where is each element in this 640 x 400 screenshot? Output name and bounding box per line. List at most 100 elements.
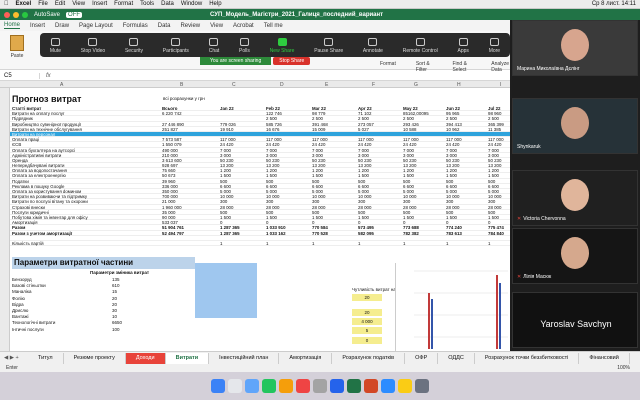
more-button[interactable]: More bbox=[489, 38, 500, 54]
sheet-nav-arrows-icon[interactable]: ◀ ▶ + bbox=[0, 355, 28, 361]
stop-video-button[interactable]: Stop Video bbox=[81, 38, 105, 54]
param-row[interactable]: Технологічні витрати 6650 bbox=[12, 320, 192, 325]
participant-tile[interactable]: ✕ Victoria Chervonna bbox=[512, 170, 638, 226]
menu-data[interactable]: Data bbox=[161, 1, 174, 7]
paste-button[interactable]: Paste bbox=[6, 35, 28, 65]
cell-value[interactable]: 1 bbox=[220, 241, 222, 246]
tab-insert[interactable]: Insert bbox=[30, 23, 45, 29]
tab-view[interactable]: View bbox=[210, 23, 223, 29]
menu-edit[interactable]: Edit bbox=[55, 1, 65, 7]
trash-icon[interactable] bbox=[415, 379, 429, 393]
name-box[interactable]: C5 bbox=[0, 72, 40, 79]
participant-tile[interactable]: ✕ Лілія Масюк bbox=[512, 228, 638, 284]
apple-icon[interactable]:  bbox=[4, 1, 9, 7]
finder-icon[interactable] bbox=[211, 379, 225, 393]
param-value[interactable]: 100 bbox=[112, 327, 120, 332]
param-row[interactable]: Фолію 20 bbox=[12, 296, 192, 301]
sheet-tab[interactable]: Інвестиційний план bbox=[209, 352, 280, 364]
param-row[interactable]: Маналіка 15 bbox=[12, 289, 192, 294]
column-header[interactable]: I bbox=[500, 82, 501, 88]
app-menu[interactable]: Excel bbox=[16, 1, 32, 7]
excel-icon[interactable] bbox=[347, 379, 361, 393]
column-header[interactable]: B bbox=[180, 82, 183, 88]
param-value[interactable]: 20 bbox=[112, 302, 117, 307]
param-row[interactable]: Базові стіньотки 610 bbox=[12, 283, 192, 288]
cell-value[interactable]: 1 bbox=[312, 241, 314, 246]
cell-value[interactable]: 1 bbox=[266, 241, 268, 246]
zoom-level[interactable]: 100% bbox=[617, 364, 640, 372]
photos-icon[interactable] bbox=[279, 379, 293, 393]
sheet-tab[interactable]: Фінансовий bbox=[579, 352, 630, 364]
column-header[interactable]: C bbox=[232, 82, 236, 88]
menu-window[interactable]: Window bbox=[181, 1, 202, 7]
calendar-icon[interactable] bbox=[296, 379, 310, 393]
sheet-tab[interactable]: Амортизація bbox=[279, 352, 333, 364]
cell-value[interactable]: 1 bbox=[488, 241, 490, 246]
param-value[interactable]: 6650 bbox=[112, 320, 122, 325]
launchpad-icon[interactable] bbox=[228, 379, 242, 393]
maximize-window-button[interactable] bbox=[22, 11, 28, 18]
column-header[interactable]: F bbox=[372, 82, 375, 88]
param-value[interactable]: 10 bbox=[112, 314, 117, 319]
column-header[interactable]: G bbox=[414, 82, 418, 88]
sheet-tab[interactable]: Доходи bbox=[125, 352, 166, 364]
sheet-tab[interactable]: ОДДС bbox=[438, 352, 475, 364]
yellow-cell[interactable]: 4 000 bbox=[352, 318, 382, 325]
word-icon[interactable] bbox=[330, 379, 344, 393]
yellow-cell[interactable]: 0 bbox=[352, 337, 382, 344]
sheet-tab[interactable]: ОФР bbox=[405, 352, 439, 364]
param-row[interactable]: Бензоруд 135 bbox=[12, 277, 192, 282]
column-header[interactable]: D bbox=[280, 82, 284, 88]
tell-me[interactable]: Tell me bbox=[264, 23, 283, 29]
param-row[interactable]: Дрислю 30 bbox=[12, 308, 192, 313]
cell-value[interactable]: 1 bbox=[446, 241, 448, 246]
tab-review[interactable]: Review bbox=[180, 23, 200, 29]
apps-button[interactable]: Apps bbox=[458, 38, 469, 54]
participant-tile[interactable]: Марина Миколаївна Дєлінг bbox=[512, 20, 638, 76]
sheet-tab[interactable]: Розрахунок податків bbox=[332, 352, 406, 364]
tab-draw[interactable]: Draw bbox=[55, 23, 69, 29]
settings-icon[interactable] bbox=[313, 379, 327, 393]
menu-help[interactable]: Help bbox=[209, 1, 221, 7]
row-label[interactable]: Кількість партій bbox=[12, 241, 44, 246]
tab-acrobat[interactable]: Acrobat bbox=[233, 23, 254, 29]
tab-page-layout[interactable]: Page Layout bbox=[79, 23, 113, 29]
polls-button[interactable]: Polls bbox=[239, 38, 250, 54]
chat-button[interactable]: Chat bbox=[209, 38, 219, 54]
spreadsheet-grid[interactable]: A B C D E F G H I Прогноз витрат всі роз… bbox=[0, 81, 510, 351]
cell-value[interactable]: 1 bbox=[358, 241, 360, 246]
mute-button[interactable]: Mute bbox=[50, 38, 61, 54]
column-header[interactable]: E bbox=[325, 82, 328, 88]
param-value[interactable]: 20 bbox=[112, 296, 117, 301]
close-window-button[interactable] bbox=[4, 11, 10, 18]
participant-tile[interactable]: Yaroslav Savchyn bbox=[512, 292, 638, 348]
param-row[interactable]: Інтичні послуги 100 bbox=[12, 327, 192, 332]
menu-view[interactable]: View bbox=[72, 1, 85, 7]
new-share-button[interactable]: New Share bbox=[270, 38, 294, 54]
param-value[interactable]: 135 bbox=[112, 277, 120, 282]
security-button[interactable]: Security bbox=[125, 38, 143, 54]
stop-share-button[interactable]: Stop Share bbox=[273, 57, 311, 65]
menu-tools[interactable]: Tools bbox=[140, 1, 154, 7]
param-row[interactable]: Відра 20 bbox=[12, 302, 192, 307]
sheet-tab[interactable]: Розрахунок точки беззбитковості bbox=[475, 352, 580, 364]
minimize-window-button[interactable] bbox=[13, 11, 19, 18]
messages-icon[interactable] bbox=[262, 379, 276, 393]
cell-value[interactable]: 1 bbox=[403, 241, 405, 246]
tab-home[interactable]: Home bbox=[4, 22, 21, 29]
zoom-icon[interactable] bbox=[381, 379, 395, 393]
yellow-cell[interactable]: 20 bbox=[352, 294, 382, 301]
safari-icon[interactable] bbox=[245, 379, 259, 393]
table-row[interactable]: Кількість партій 1 1 1 1 1 1 1 bbox=[10, 241, 510, 247]
param-value[interactable]: 30 bbox=[112, 308, 117, 313]
column-header[interactable]: A bbox=[60, 82, 63, 88]
embedded-chart[interactable] bbox=[395, 263, 510, 351]
column-header[interactable]: H bbox=[457, 82, 461, 88]
tab-formulas[interactable]: Formulas bbox=[123, 23, 148, 29]
powerpoint-icon[interactable] bbox=[364, 379, 378, 393]
selected-range[interactable] bbox=[195, 263, 257, 318]
menu-insert[interactable]: Insert bbox=[92, 1, 107, 7]
notes-icon[interactable] bbox=[398, 379, 412, 393]
menu-format[interactable]: Format bbox=[114, 1, 133, 7]
autosave-toggle[interactable]: OFF bbox=[66, 11, 83, 18]
